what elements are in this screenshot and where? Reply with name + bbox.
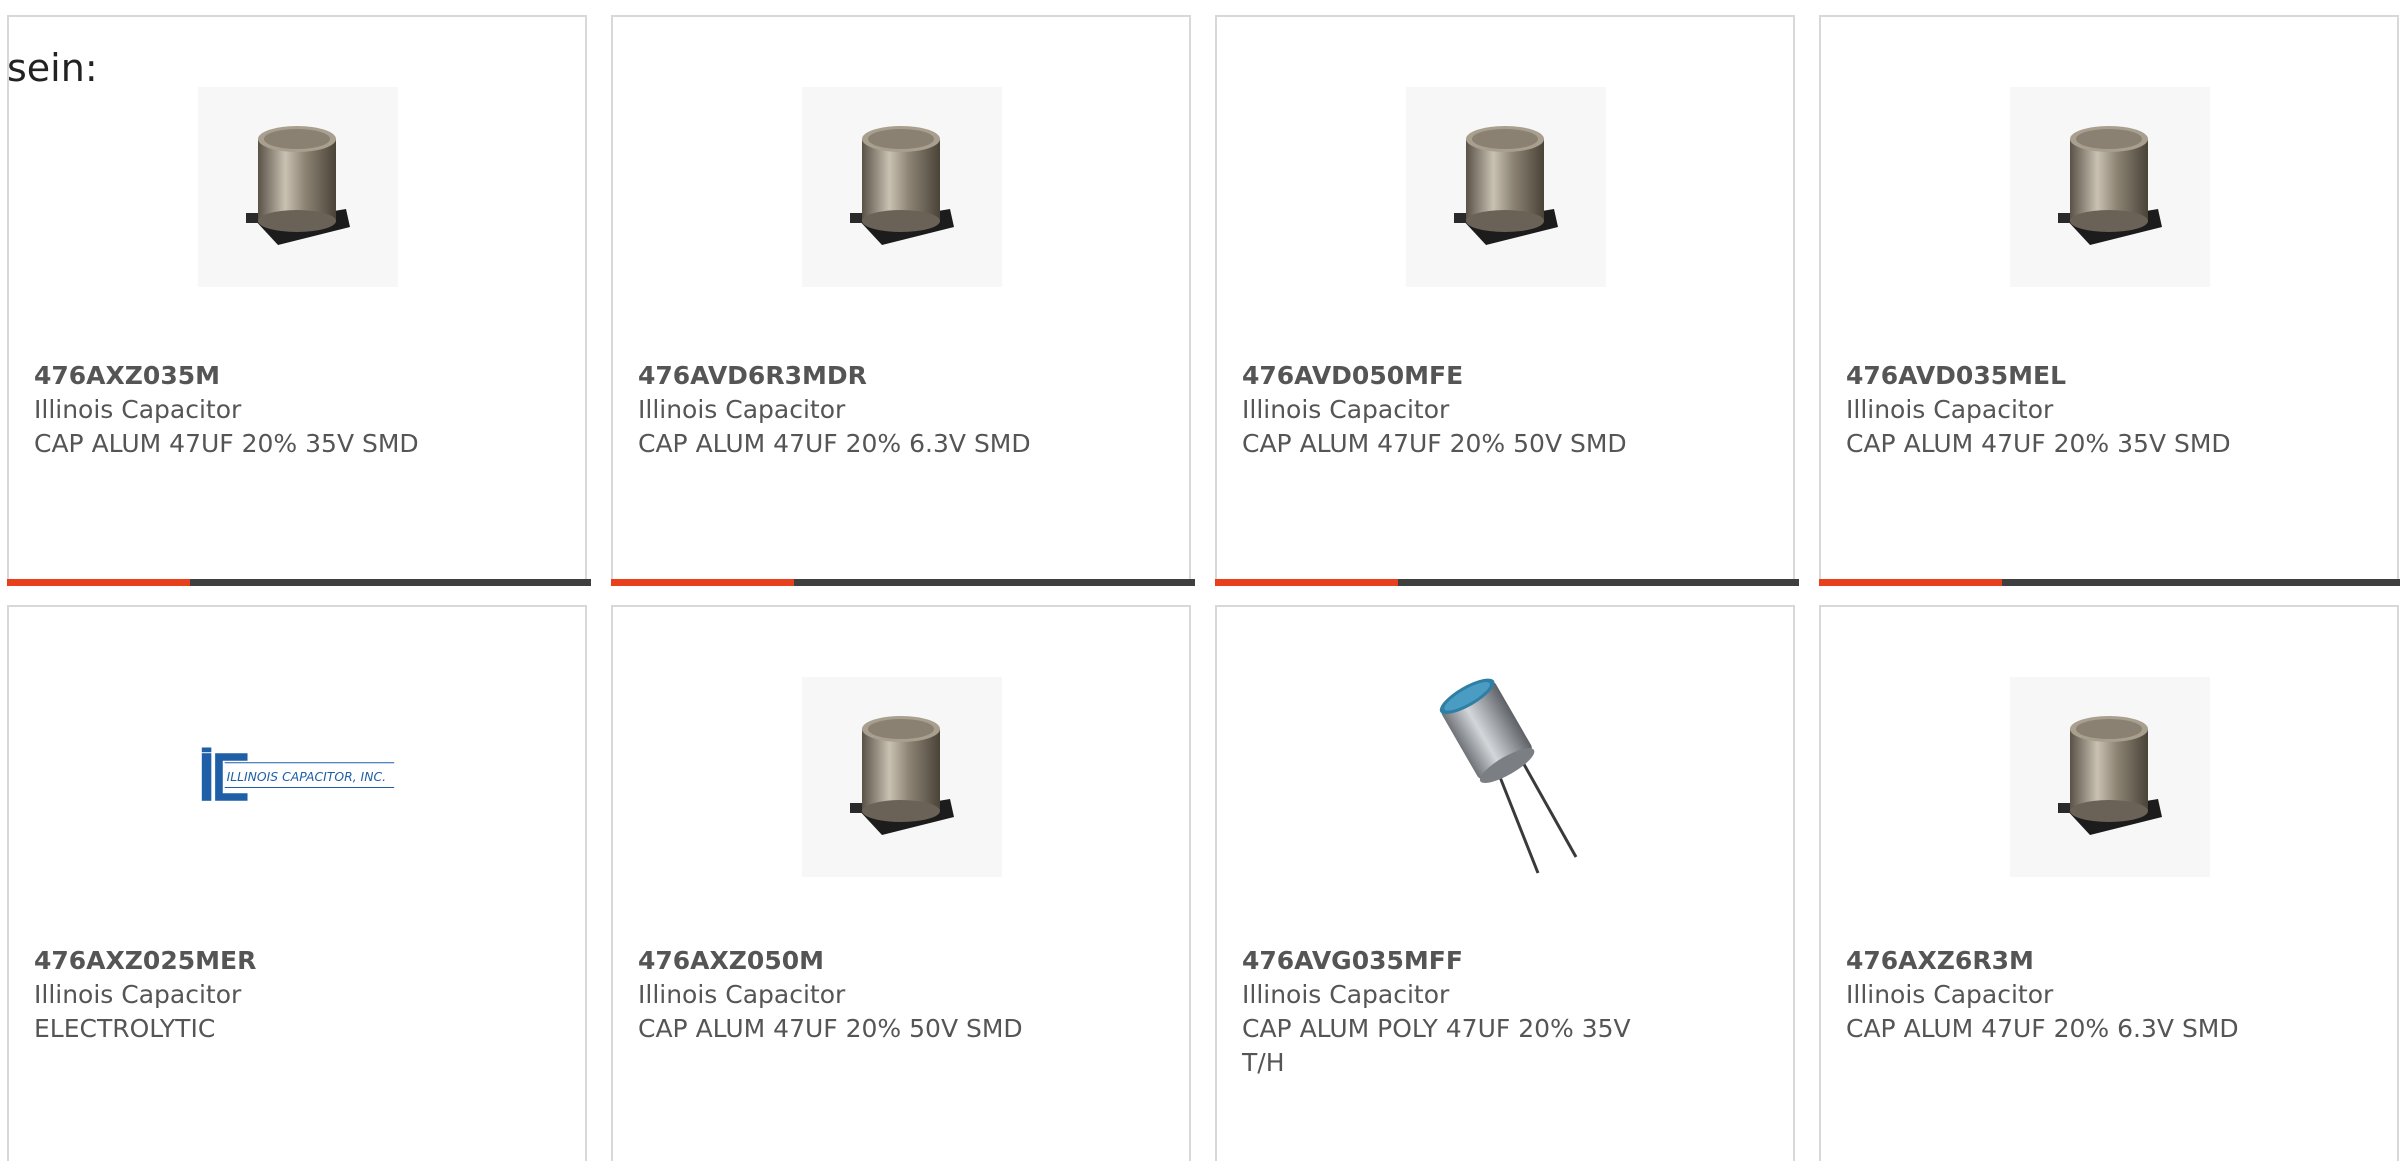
part-number[interactable]: 476AVD050MFE [1242,359,1463,393]
smd-capacitor-icon [2058,716,2162,835]
description: CAP ALUM 47UF 20% 6.3V SMD [1846,1014,2239,1043]
manufacturer: Illinois Capacitor [1846,395,2054,424]
part-number[interactable]: 476AXZ025MER [34,944,256,978]
product-image[interactable] [198,87,398,287]
manufacturer: Illinois Capacitor [1242,395,1450,424]
intro-text: sein: [7,46,98,90]
smd-capacitor-icon [850,126,954,245]
part-number[interactable]: 476AVD035MEL [1846,359,2066,393]
product-card[interactable]: 476AVG035MFF Illinois Capacitor CAP ALUM… [1215,605,1795,1161]
manufacturer: Illinois Capacitor [638,395,846,424]
logo-text: ILLINOIS CAPACITOR, INC. [227,770,386,784]
description: ELECTROLYTIC [34,1014,216,1043]
product-card[interactable]: 476AVD6R3MDR Illinois Capacitor CAP ALUM… [611,15,1195,586]
product-grid-page: sein: 476AXZ035M Illinois Capacitor CAP … [0,0,2400,1161]
smd-capacitor-icon [246,126,350,245]
product-card[interactable]: 476AVD050MFE Illinois Capacitor CAP ALUM… [1215,15,1799,586]
through-hole-capacitor-icon [1439,678,1578,874]
product-card[interactable]: 476AXZ6R3M Illinois Capacitor CAP ALUM 4… [1819,605,2399,1161]
card-bar-accent [611,579,794,586]
product-image[interactable] [1406,87,1606,287]
product-image[interactable]: ILLINOIS CAPACITOR, INC. [198,677,398,877]
product-card[interactable]: ILLINOIS CAPACITOR, INC. 476AXZ025MER Il… [7,605,587,1161]
description: CAP ALUM 47UF 20% 35V SMD [34,429,419,458]
card-bar [7,579,591,586]
smd-capacitor-icon [1454,126,1558,245]
manufacturer: Illinois Capacitor [1242,980,1450,1009]
manufacturer: Illinois Capacitor [34,395,242,424]
product-image[interactable] [802,677,1002,877]
product-image[interactable] [2010,87,2210,287]
part-number[interactable]: 476AVD6R3MDR [638,359,867,393]
card-bar-accent [7,579,190,586]
product-image[interactable] [1406,677,1606,877]
product-card[interactable]: 476AXZ035M Illinois Capacitor CAP ALUM 4… [7,15,591,586]
manufacturer: Illinois Capacitor [1846,980,2054,1009]
description: CAP ALUM 47UF 20% 50V SMD [638,1014,1023,1043]
card-bar-accent [1215,579,1398,586]
part-number[interactable]: 476AXZ6R3M [1846,944,2034,978]
description: CAP ALUM 47UF 20% 6.3V SMD [638,429,1031,458]
product-card[interactable]: 476AVD035MEL Illinois Capacitor CAP ALUM… [1819,15,2400,586]
part-number[interactable]: 476AXZ035M [34,359,220,393]
smd-capacitor-icon [850,716,954,835]
manufacturer: Illinois Capacitor [34,980,242,1009]
description: CAP ALUM 47UF 20% 50V SMD [1242,429,1627,458]
product-card[interactable]: 476AXZ050M Illinois Capacitor CAP ALUM 4… [611,605,1191,1161]
manufacturer: Illinois Capacitor [638,980,846,1009]
part-number[interactable]: 476AVG035MFF [1242,944,1463,978]
card-bar [1215,579,1799,586]
card-bar [611,579,1195,586]
product-image[interactable] [802,87,1002,287]
manufacturer-logo: ILLINOIS CAPACITOR, INC. [201,747,395,801]
description: CAP ALUM POLY 47UF 20% 35V T/H [1242,1014,1631,1077]
card-bar [1819,579,2400,586]
product-image[interactable] [2010,677,2210,877]
card-bar-accent [1819,579,2002,586]
part-number[interactable]: 476AXZ050M [638,944,824,978]
smd-capacitor-icon [2058,126,2162,245]
description: CAP ALUM 47UF 20% 35V SMD [1846,429,2231,458]
